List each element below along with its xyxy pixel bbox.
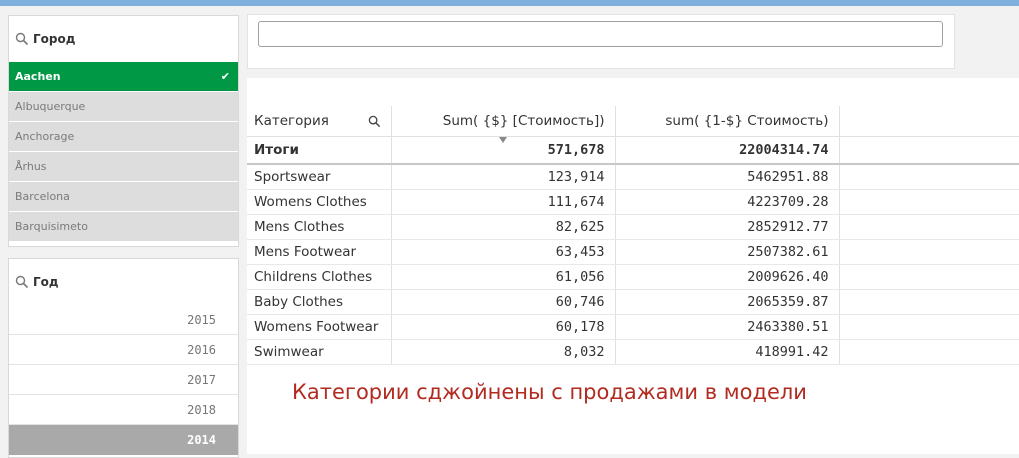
value-cell: 61,056 <box>391 264 616 290</box>
value-cell: 2507382.61 <box>615 239 840 265</box>
category-cell: Mens Footwear <box>247 239 392 265</box>
table-row[interactable]: Baby Clothes 60,746 2065359.87 <box>247 289 1019 315</box>
city-item[interactable]: Aachen ✔ <box>9 62 238 92</box>
city-item-label: Anchorage <box>15 130 75 143</box>
category-cell: Swimwear <box>247 339 392 365</box>
value-cell: 2463380.51 <box>615 314 840 340</box>
city-item[interactable]: Albuquerque <box>9 92 238 122</box>
empty-cell <box>839 314 1019 340</box>
table-row[interactable]: Swimwear 8,032 418991.42 <box>247 339 1019 365</box>
year-list: 2015 2016 2017 2018 2014 <box>9 305 238 455</box>
city-item-label: Århus <box>15 160 47 173</box>
search-icon[interactable] <box>368 115 381 128</box>
column-header-label: Категория <box>254 112 329 129</box>
empty-cell <box>839 164 1019 190</box>
text-input[interactable] <box>258 21 943 47</box>
year-filter-title: Год <box>33 275 59 289</box>
city-item-label: Barcelona <box>15 190 70 203</box>
column-header-category[interactable]: Категория <box>247 106 392 137</box>
empty-cell <box>839 264 1019 290</box>
category-cell: Childrens Clothes <box>247 264 392 290</box>
table-row[interactable]: Womens Footwear 60,178 2463380.51 <box>247 314 1019 340</box>
value-cell: 111,674 <box>391 189 616 215</box>
value-cell: 4223709.28 <box>615 189 840 215</box>
value-cell: 5462951.88 <box>615 164 840 190</box>
value-cell: 63,453 <box>391 239 616 265</box>
value-cell: 418991.42 <box>615 339 840 365</box>
column-header-sum-selected[interactable]: Sum( {$} [Стоимость]) <box>391 106 616 143</box>
city-item[interactable]: Barcelona <box>9 182 238 212</box>
checkmark-icon: ✔ <box>220 70 230 83</box>
table-row[interactable]: Sportswear 123,914 5462951.88 <box>247 164 1019 190</box>
app-top-bar <box>0 0 1019 6</box>
column-header-label: Sum( {$} [Стоимость]) <box>442 112 605 129</box>
category-cell: Mens Clothes <box>247 214 392 240</box>
year-filter-header[interactable]: Год <box>9 259 238 305</box>
search-icon[interactable] <box>15 32 29 46</box>
column-header-label: sum( {1-$} Стоимость) <box>665 112 829 129</box>
category-cell: Womens Footwear <box>247 314 392 340</box>
table-row[interactable]: Mens Clothes 82,625 2852912.77 <box>247 214 1019 240</box>
value-cell: 8,032 <box>391 339 616 365</box>
city-item[interactable]: Århus <box>9 152 238 182</box>
category-cell: Baby Clothes <box>247 289 392 315</box>
year-item-selected[interactable]: 2014 <box>9 425 238 455</box>
table-row[interactable]: Womens Clothes 111,674 4223709.28 <box>247 189 1019 215</box>
table-row[interactable]: Childrens Clothes 61,056 2009626.40 <box>247 264 1019 290</box>
city-filter-title: Город <box>33 32 76 46</box>
empty-cell <box>839 136 1019 165</box>
value-cell: 2065359.87 <box>615 289 840 315</box>
search-icon[interactable] <box>15 275 29 289</box>
value-cell: 82,625 <box>391 214 616 240</box>
totals-row: Итоги 571,678 22004314.74 <box>247 136 1019 165</box>
empty-cell <box>839 339 1019 365</box>
value-cell: 2009626.40 <box>615 264 840 290</box>
year-item[interactable]: 2017 <box>9 365 238 395</box>
empty-cell <box>839 239 1019 265</box>
column-header-sum-excluded[interactable]: sum( {1-$} Стоимость) <box>615 106 840 137</box>
annotation-note: Категории сджойнены с продажами в модели <box>292 380 807 404</box>
city-item-label: Barquisimeto <box>15 220 88 233</box>
value-cell: 60,746 <box>391 289 616 315</box>
year-item[interactable]: 2018 <box>9 395 238 425</box>
city-list: Aachen ✔ Albuquerque Anchorage Århus Barc… <box>9 62 238 242</box>
category-cell: Womens Clothes <box>247 189 392 215</box>
table-row[interactable]: Mens Footwear 63,453 2507382.61 <box>247 239 1019 265</box>
year-item[interactable]: 2016 <box>9 335 238 365</box>
value-cell: 60,178 <box>391 314 616 340</box>
value-cell: 2852912.77 <box>615 214 840 240</box>
empty-cell <box>839 189 1019 215</box>
category-table: Категория Sum( {$} [Стоимость]) sum( {1-… <box>247 106 1019 365</box>
year-item[interactable]: 2015 <box>9 305 238 335</box>
value-cell: 123,914 <box>391 164 616 190</box>
city-item[interactable]: Barquisimeto <box>9 212 238 242</box>
table-header-row: Категория Sum( {$} [Стоимость]) sum( {1-… <box>247 106 1019 143</box>
empty-column <box>839 106 1019 137</box>
totals-label: Итоги <box>247 136 392 165</box>
city-item[interactable]: Anchorage <box>9 122 238 152</box>
input-panel <box>247 14 955 69</box>
sort-descending-icon <box>498 136 507 143</box>
year-filter-pane: Год 2015 2016 2017 2018 2014 <box>8 258 239 458</box>
category-cell: Sportswear <box>247 164 392 190</box>
city-item-label: Aachen <box>15 70 61 83</box>
city-filter-pane: Город Aachen ✔ Albuquerque Anchorage Århu… <box>8 15 239 247</box>
totals-value: 22004314.74 <box>615 136 840 165</box>
empty-cell <box>839 289 1019 315</box>
empty-cell <box>839 214 1019 240</box>
city-filter-header[interactable]: Город <box>9 16 238 62</box>
city-item-label: Albuquerque <box>15 100 86 113</box>
